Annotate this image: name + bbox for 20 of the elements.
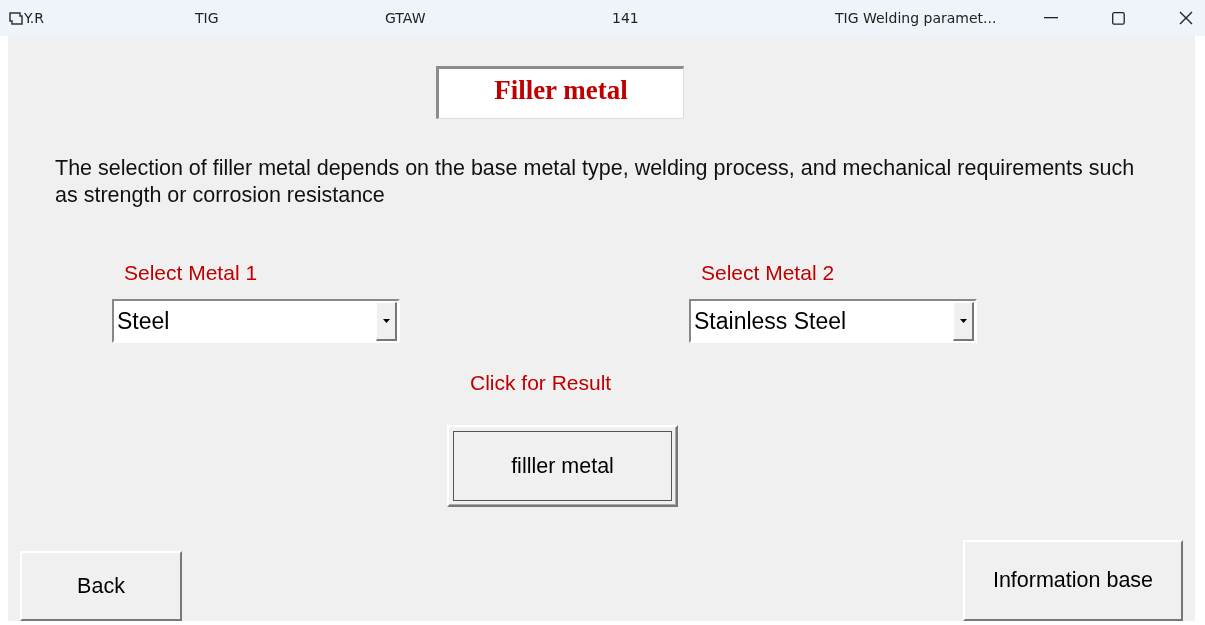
- select-label: Select Metal 2: [701, 261, 835, 285]
- maximize-icon[interactable]: [1110, 10, 1126, 26]
- close-icon[interactable]: [1178, 10, 1194, 26]
- metal-dropdown[interactable]: Steel: [112, 299, 400, 343]
- caret-icon: [959, 318, 967, 323]
- window-title: TIG Welding paramet...: [835, 10, 997, 26]
- window-title: 141: [612, 10, 639, 26]
- heading: Filler metal: [436, 66, 684, 119]
- information-base-button[interactable]: Information base: [963, 540, 1183, 621]
- select-label: Select Metal 1: [124, 261, 258, 285]
- metal-dropdown[interactable]: Stainless Steel: [689, 299, 977, 343]
- window-title: GTAW: [385, 10, 426, 26]
- description: The selection of filler metal depends on the base metal type, welding process, and mechanical requirements such as strength or corrosion resistance: [55, 155, 1136, 209]
- filler-metal-button[interactable]: filller metal: [447, 425, 678, 507]
- window-icon: [8, 10, 24, 26]
- window-title: Y.R: [24, 10, 44, 26]
- back-button[interactable]: Back: [20, 551, 182, 621]
- result-label: Click for Result: [470, 371, 612, 395]
- caret-icon: [382, 318, 390, 323]
- window-title: TIG: [195, 10, 219, 26]
